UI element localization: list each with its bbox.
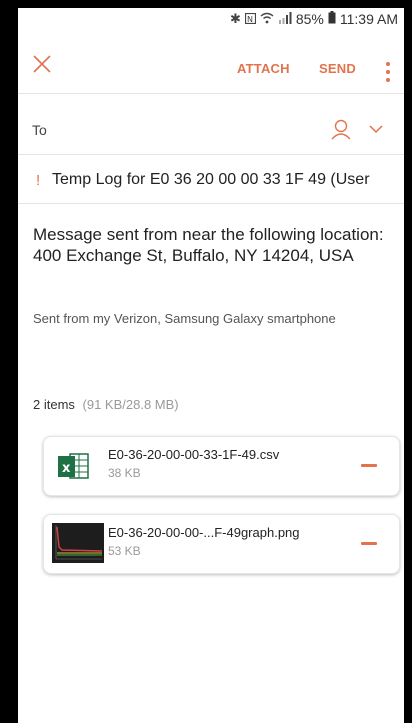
attachment-size: 53 KB — [108, 544, 141, 558]
battery-percent: 85% — [295, 11, 324, 27]
remove-attachment-button[interactable] — [361, 542, 377, 545]
image-thumbnail — [52, 523, 104, 563]
attachments-count: 2 items — [33, 397, 75, 412]
to-divider — [18, 154, 404, 155]
attachment-name: E0-36-20-00-00-33-1F-49.csv — [108, 447, 280, 462]
toolbar-divider — [18, 93, 404, 94]
svg-text:N: N — [247, 15, 253, 24]
attachments-summary: 2 items (91 KB/28.8 MB) — [33, 397, 179, 412]
signature[interactable]: Sent from my Verizon, Samsung Galaxy sma… — [33, 310, 353, 328]
attach-button[interactable]: ATTACH — [237, 61, 290, 76]
more-options-icon[interactable] — [385, 60, 391, 82]
priority-icon: ! — [36, 172, 41, 189]
nfc-icon: N — [244, 12, 256, 27]
svg-text:x: x — [62, 461, 71, 476]
status-time: 11:39 AM — [339, 11, 398, 27]
subject-field[interactable]: ! Temp Log for E0 36 20 00 00 33 1F 49 (… — [18, 160, 404, 200]
expand-recipients-icon[interactable] — [368, 122, 384, 134]
attachment-item[interactable]: E0-36-20-00-00-...F-49graph.png 53 KB — [43, 514, 400, 574]
remove-attachment-button[interactable] — [361, 464, 377, 467]
compose-screen: ✱ N 85% 11:39 AM ATTACH SEND To ! Temp L… — [18, 8, 404, 723]
status-icons: ✱ N 85% 11:39 AM — [230, 11, 398, 27]
left-bezel — [0, 0, 18, 723]
attachment-name: E0-36-20-00-00-...F-49graph.png — [108, 525, 300, 540]
status-bar: ✱ N 85% 11:39 AM — [18, 8, 404, 30]
close-icon[interactable] — [30, 52, 54, 76]
subject-divider — [18, 203, 404, 204]
attachment-item[interactable]: x E0-36-20-00-00-33-1F-49.csv 38 KB — [43, 436, 400, 496]
phone-frame: ✱ N 85% 11:39 AM ATTACH SEND To ! Temp L… — [0, 0, 412, 723]
to-field[interactable]: To — [18, 104, 404, 150]
top-bezel — [0, 0, 412, 8]
bluetooth-icon: ✱ — [229, 11, 241, 26]
attachments-size: (91 KB/28.8 MB) — [82, 397, 179, 412]
compose-toolbar: ATTACH SEND — [18, 30, 404, 88]
message-body[interactable]: Message sent from near the following loc… — [33, 224, 393, 266]
contact-picker-icon[interactable] — [330, 118, 352, 140]
subject-text: Temp Log for E0 36 20 00 00 33 1F 49 (Us… — [52, 171, 370, 188]
attachment-size: 38 KB — [108, 466, 141, 480]
send-button[interactable]: SEND — [319, 61, 356, 76]
wifi-icon — [260, 12, 274, 27]
excel-icon: x — [54, 447, 92, 485]
signal-icon — [278, 11, 292, 27]
battery-icon — [328, 11, 336, 27]
to-label: To — [32, 122, 47, 138]
